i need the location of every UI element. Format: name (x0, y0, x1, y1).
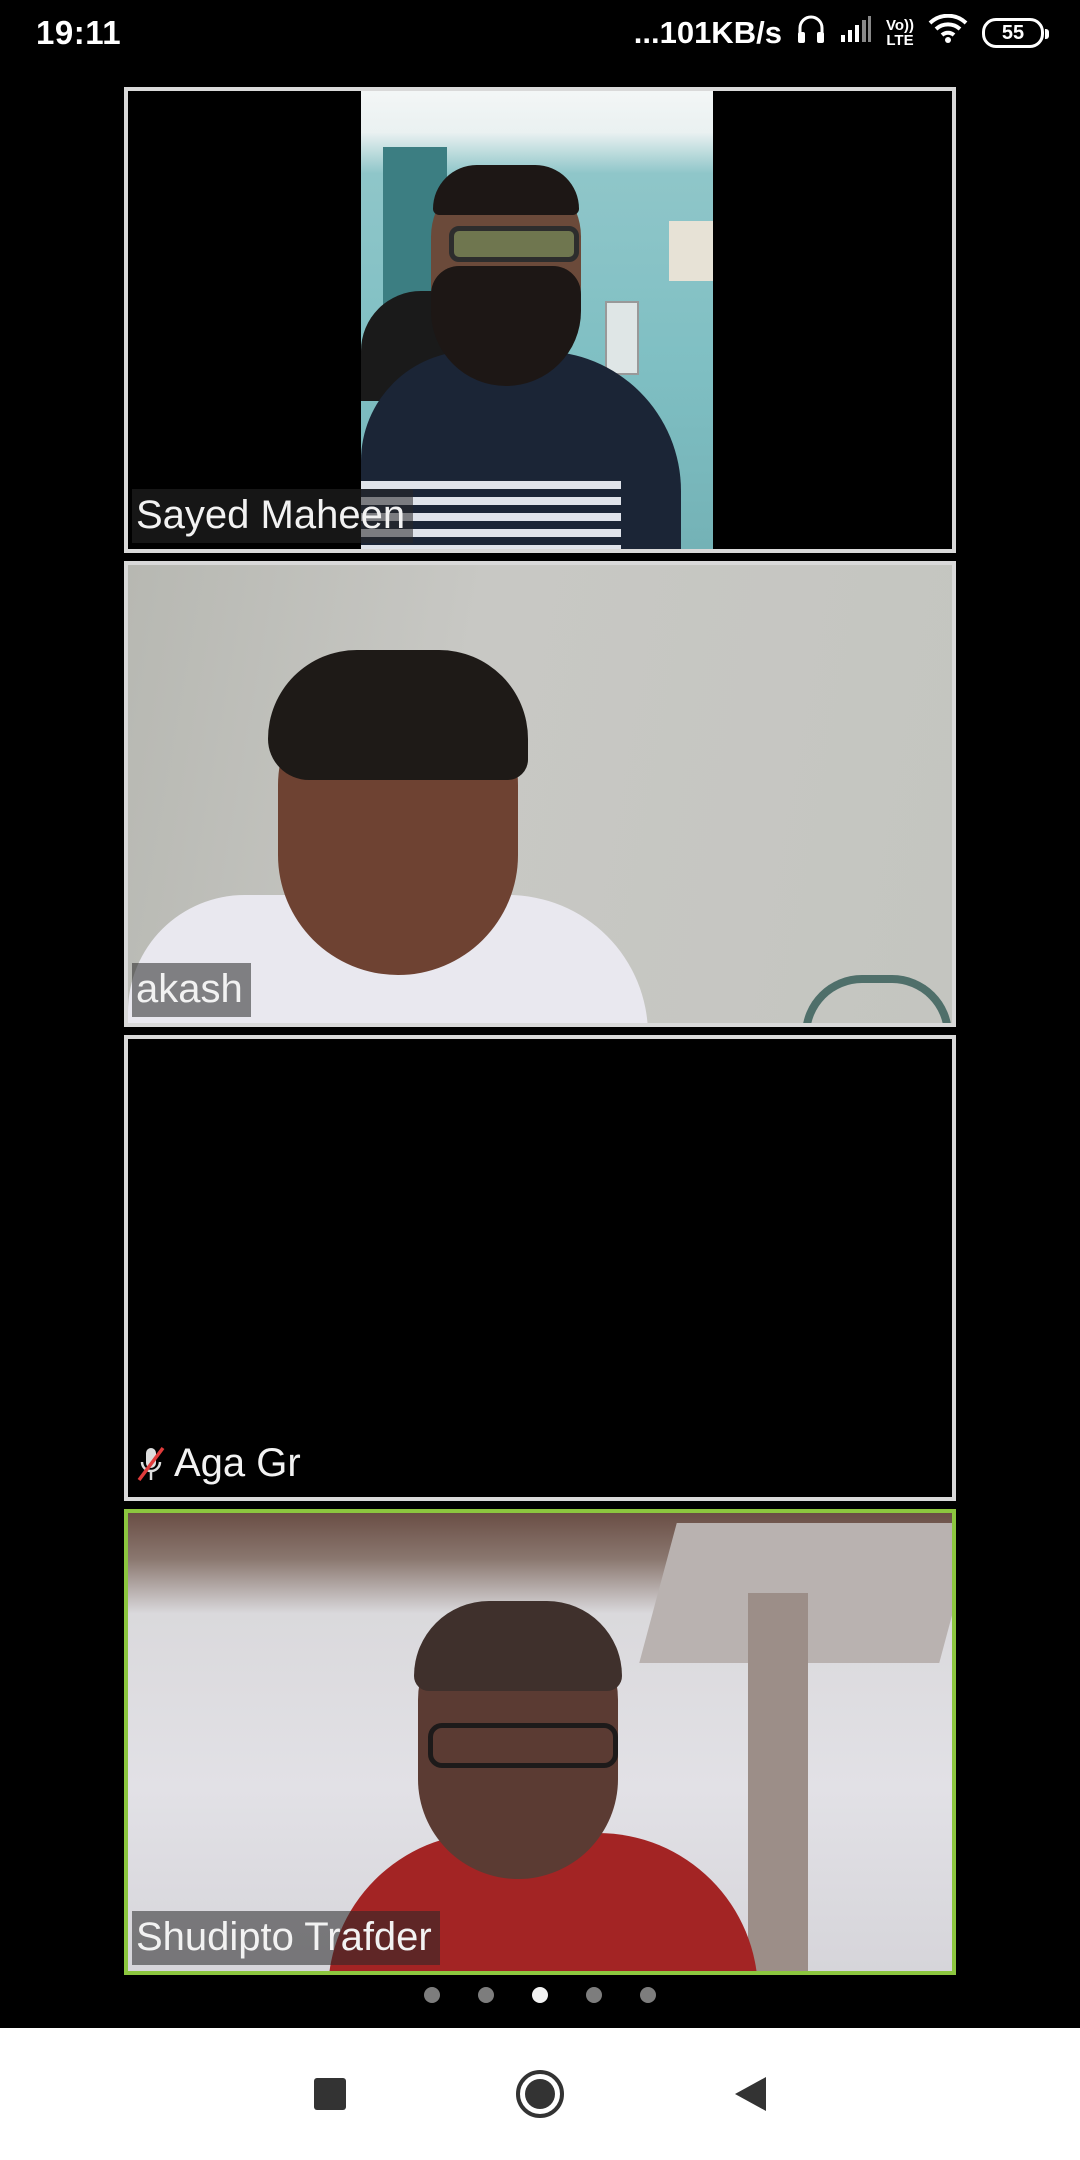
page-dot-5[interactable] (640, 1987, 656, 2003)
video-tile-1[interactable]: Sayed Maheen (124, 87, 956, 553)
signal-icon (840, 15, 872, 51)
clock: 19:11 (36, 14, 122, 51)
mic-muted-icon (136, 1444, 166, 1482)
page-dot-3-active[interactable] (532, 1987, 548, 2003)
participant-name-tag: Aga Gr (132, 1437, 309, 1491)
participant-name: Aga Gr (174, 1441, 301, 1485)
page-dot-2[interactable] (478, 1987, 494, 2003)
video-tile-4-active-speaker[interactable]: Shudipto Trafder (124, 1509, 956, 1975)
video-tile-3[interactable]: Aga Gr (124, 1035, 956, 1501)
status-icons: ...101KB/s Vo)) LTE 55 (633, 13, 1049, 53)
volte-top-label: Vo)) (885, 17, 914, 34)
back-button[interactable] (720, 2064, 780, 2124)
participant-name: Shudipto Trafder (136, 1915, 432, 1959)
status-bar: 19:11 ...101KB/s Vo)) LTE 55 (0, 0, 1080, 66)
headphones-icon (796, 13, 826, 53)
video-tile-2[interactable]: akash (124, 561, 956, 1027)
video-feed (361, 91, 713, 549)
participant-name-tag: Sayed Maheen (132, 489, 414, 543)
system-nav-bar (0, 2028, 1080, 2160)
page-indicator (0, 1987, 1080, 2003)
video-feed (128, 565, 952, 1023)
home-icon (516, 2070, 564, 2118)
battery-indicator: 55 (982, 18, 1049, 48)
page-dot-1[interactable] (424, 1987, 440, 2003)
page-dot-4[interactable] (586, 1987, 602, 2003)
back-icon (735, 2077, 766, 2111)
video-feed (128, 1513, 952, 1971)
volte-indicator: Vo)) LTE (886, 18, 914, 48)
recents-icon (314, 2078, 346, 2110)
wifi-icon (928, 13, 968, 52)
participant-name-tag: akash (132, 963, 251, 1017)
recents-button[interactable] (300, 2064, 360, 2124)
home-button[interactable] (510, 2064, 570, 2124)
participant-name: akash (136, 967, 243, 1011)
participant-name: Sayed Maheen (136, 493, 406, 537)
participant-name-tag: Shudipto Trafder (132, 1911, 440, 1965)
volte-bottom-label: LTE (886, 32, 914, 49)
network-speed: ...101KB/s (633, 15, 782, 50)
